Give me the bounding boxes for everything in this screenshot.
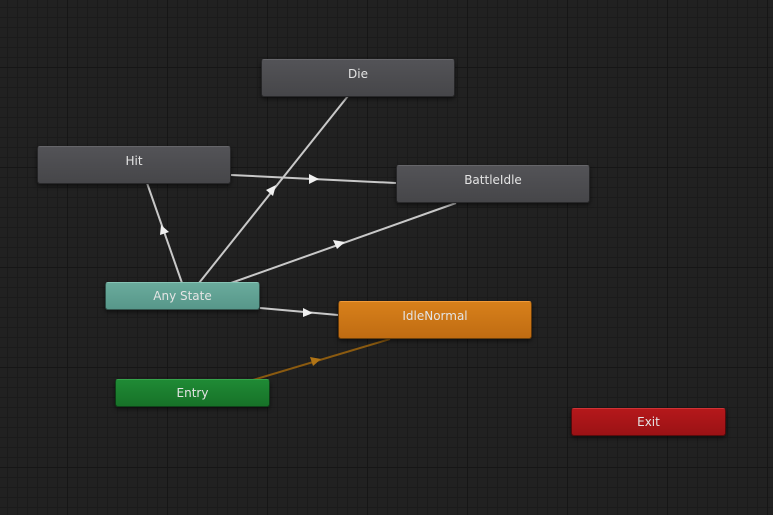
state-label: Exit — [637, 415, 660, 429]
transition-anystate-idlenormal[interactable] — [259, 307, 339, 316]
state-label: Hit — [125, 154, 143, 168]
transition-arrow-icon — [303, 308, 313, 317]
state-label: Any State — [153, 289, 212, 303]
state-node-battleidle[interactable]: BattleIdle — [396, 165, 590, 203]
state-node-die[interactable]: Die — [261, 59, 455, 97]
state-label: Entry — [176, 386, 209, 400]
state-node-exit[interactable]: Exit — [571, 408, 726, 436]
transition-arrow-icon — [160, 225, 169, 235]
transition-arrow-icon — [333, 240, 345, 249]
transition-arrow-icon — [266, 185, 276, 196]
state-node-any-state[interactable]: Any State — [105, 282, 260, 310]
state-label: BattleIdle — [464, 173, 522, 187]
animator-graph-canvas[interactable]: Die Hit BattleIdle Any State IdleNormal … — [0, 0, 773, 515]
state-node-entry[interactable]: Entry — [115, 379, 270, 407]
transition-arrow-icon — [309, 174, 319, 184]
transition-entry-idlenormal[interactable] — [252, 338, 391, 381]
transition-arrow-icon — [310, 357, 321, 366]
state-label: Die — [348, 67, 368, 81]
state-node-idlenormal[interactable]: IdleNormal — [338, 301, 532, 339]
state-node-hit[interactable]: Hit — [37, 146, 231, 184]
state-label: IdleNormal — [402, 309, 468, 323]
